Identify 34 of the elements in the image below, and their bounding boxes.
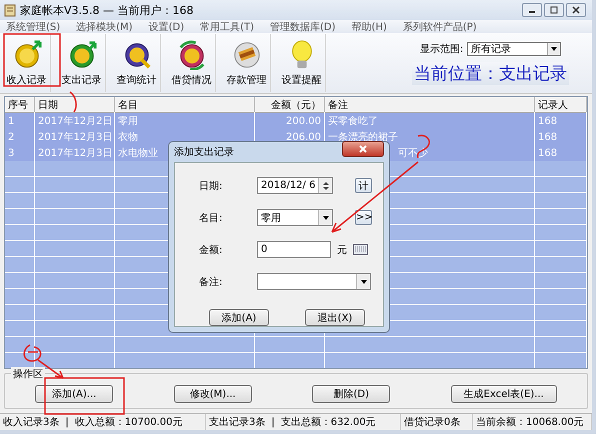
table-cell-text: 2017年12月3日 — [38, 147, 113, 160]
table-cell-text: 一条漂亮的裙子 — [328, 130, 398, 144]
table-cell-text: 衣物 — [118, 130, 138, 144]
field-label: 名目: — [199, 212, 224, 224]
table-cell-text: 2017年12月2日 — [38, 115, 113, 128]
table-cell-text: 2017年12月3日 — [38, 131, 113, 144]
table-cell: 168 — [538, 116, 558, 126]
status-text: 当前余额：10068.00元 — [476, 416, 584, 429]
status-text: 支出记录3条 — [209, 416, 266, 429]
table-cell: 168 — [538, 148, 558, 158]
range-label: 显示范围: — [420, 42, 464, 56]
group-title: 操作区 — [11, 367, 45, 381]
status-text: 借贷记录0条 — [404, 416, 460, 429]
table-cell: 206.00 — [286, 132, 321, 142]
table-cell: 2 — [8, 132, 14, 142]
table-cell: 168 — [538, 132, 558, 142]
window-title: 家庭帐本V3.5.8 — 当前用户：168 — [20, 2, 195, 18]
status-text: 支出总额：632.00元 — [280, 416, 376, 429]
field-label: 日期: — [199, 180, 224, 192]
table-cell: 1 — [8, 116, 14, 126]
dialog-title: 添加支出记录 — [174, 146, 234, 159]
status-text: 收入总额：10700.00元 — [74, 416, 182, 429]
status-text: | — [271, 416, 275, 428]
location-label: 当前位置：支出记录 — [412, 62, 569, 85]
table-cell: 3 — [8, 148, 14, 158]
unit-label: 元 — [337, 244, 347, 256]
table-cell-text: 零用 — [118, 115, 138, 128]
field-label: 备注: — [199, 276, 224, 288]
field-label: 金额: — [199, 244, 224, 256]
table-cell-text: 水电物业 — [118, 146, 158, 160]
status-text: 收入记录3条 — [3, 416, 60, 429]
table-cell-text: 买零食吃了 — [328, 115, 378, 128]
table-cell: 200.00 — [286, 116, 321, 126]
status-text: | — [65, 416, 69, 428]
